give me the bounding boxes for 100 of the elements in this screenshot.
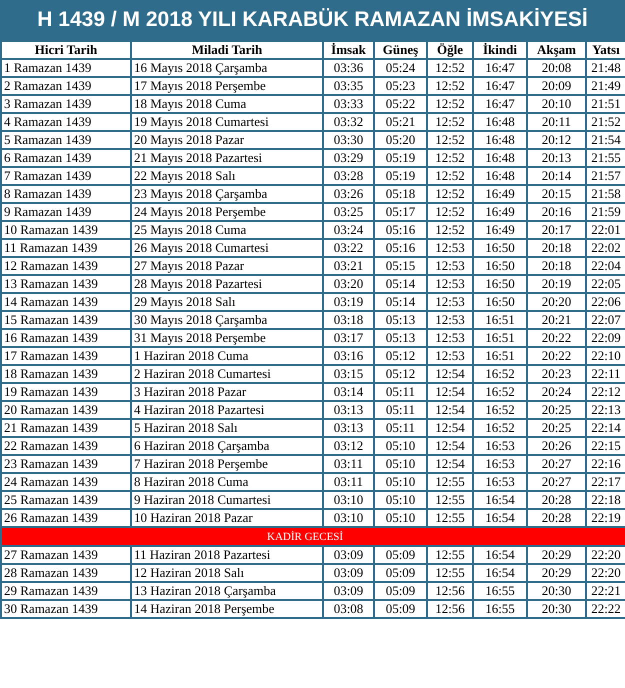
table-cell: 13 Ramazan 1439 [1,275,131,293]
table-cell: 21 Ramazan 1439 [1,419,131,437]
table-cell: 27 Ramazan 1439 [1,546,131,564]
table-cell: 20:26 [527,437,586,455]
table-cell: 16:51 [473,347,527,365]
table-cell: 03:22 [323,239,374,257]
table-cell: 03:25 [323,203,374,221]
table-cell: 16:55 [473,600,527,618]
table-cell: 17 Ramazan 1439 [1,347,131,365]
table-cell: 16:55 [473,582,527,600]
table-cell: 16:52 [473,401,527,419]
table-cell: 20:12 [527,131,586,149]
table-cell: 03:09 [323,564,374,582]
table-cell: 03:28 [323,167,374,185]
table-cell: 03:12 [323,437,374,455]
table-cell: 20:18 [527,239,586,257]
table-cell: 16:48 [473,131,527,149]
table-cell: 12:55 [427,546,473,564]
table-cell: 12:54 [427,455,473,473]
table-cell: 03:19 [323,293,374,311]
table-cell: 20:25 [527,401,586,419]
table-cell: 05:20 [374,131,427,149]
table-cell: 05:18 [374,185,427,203]
table-cell: 05:11 [374,383,427,401]
table-cell: 5 Ramazan 1439 [1,131,131,149]
table-cell: 12:53 [427,239,473,257]
table-cell: 05:09 [374,546,427,564]
column-header: İkindi [473,41,527,59]
table-cell: 05:09 [374,600,427,618]
table-cell: 21 Mayıs 2018 Pazartesi [131,149,323,167]
table-cell: 12:52 [427,203,473,221]
banner-label: KADİR GECESİ [267,531,344,543]
table-cell: 12:52 [427,167,473,185]
table-cell: 12 Haziran 2018 Salı [131,564,323,582]
table-cell: 16 Ramazan 1439 [1,329,131,347]
table-cell: 16:54 [473,564,527,582]
table-cell: 16:53 [473,437,527,455]
table-cell: 20:22 [527,329,586,347]
table-cell: 20:21 [527,311,586,329]
table-cell: 03:10 [323,491,374,509]
table-cell: 16:52 [473,419,527,437]
table-cell: 20:25 [527,419,586,437]
table-cell: 05:17 [374,203,427,221]
table-cell: 16:49 [473,185,527,203]
table-cell: 23 Mayıs 2018 Çarşamba [131,185,323,203]
table-cell: 16:51 [473,329,527,347]
table-cell: 03:16 [323,347,374,365]
table-cell: 20:27 [527,473,586,491]
table-cell: 03:32 [323,113,374,131]
table-cell: 16:47 [473,77,527,95]
table-cell: 28 Mayıs 2018 Pazartesi [131,275,323,293]
table-cell: 16:53 [473,455,527,473]
table-cell: 03:21 [323,257,374,275]
table-cell: 1 Haziran 2018 Cuma [131,347,323,365]
table-cell: 6 Haziran 2018 Çarşamba [131,437,323,455]
table-cell: 20:23 [527,365,586,383]
table-cell: 7 Haziran 2018 Perşembe [131,455,323,473]
table-cell: 18 Ramazan 1439 [1,365,131,383]
table-cell: 16:50 [473,257,527,275]
table-cell: 12:53 [427,311,473,329]
table-cell: 03:09 [323,546,374,564]
table-cell: 20:09 [527,77,586,95]
table-cell: 12:52 [427,77,473,95]
table-cell: 13 Haziran 2018 Çarşamba [131,582,323,600]
table-cell: 05:13 [374,329,427,347]
table-cell: 12:53 [427,347,473,365]
table-cell: 12:56 [427,582,473,600]
table-cell: 03:11 [323,473,374,491]
table-cell: 05:16 [374,221,427,239]
table-cell: 03:11 [323,455,374,473]
table-cell: 16:51 [473,311,527,329]
table-cell: 20:27 [527,455,586,473]
table-cell: 8 Ramazan 1439 [1,185,131,203]
table-cell: 03:18 [323,311,374,329]
table-cell: 19 Mayıs 2018 Cumartesi [131,113,323,131]
table-cell: 29 Ramazan 1439 [1,582,131,600]
table-cell: 30 Mayıs 2018 Çarşamba [131,311,323,329]
table-cell: 10 Ramazan 1439 [1,221,131,239]
table-cell: 20:11 [527,113,586,131]
table-cell: 12:55 [427,491,473,509]
table-cell: 20:15 [527,185,586,203]
table-cell: 11 Ramazan 1439 [1,239,131,257]
table-cell: 25 Ramazan 1439 [1,491,131,509]
table-cell: 6 Ramazan 1439 [1,149,131,167]
table-cell: 20:18 [527,257,586,275]
table-cell: 03:26 [323,185,374,203]
table-cell: 12:52 [427,59,473,77]
table-cell: 4 Ramazan 1439 [1,113,131,131]
table-cell: 05:16 [374,239,427,257]
table-cell: 12:53 [427,275,473,293]
table-cell: 03:29 [323,149,374,167]
table-cell: 05:12 [374,347,427,365]
table-cell: 26 Mayıs 2018 Cumartesi [131,239,323,257]
table-cell: 20:19 [527,275,586,293]
table-cell: 03:13 [323,419,374,437]
table-cell: 03:08 [323,600,374,618]
table-cell: 12:53 [427,257,473,275]
table-cell: 20:20 [527,293,586,311]
table-cell: 12:52 [427,131,473,149]
table-cell: 12 Ramazan 1439 [1,257,131,275]
